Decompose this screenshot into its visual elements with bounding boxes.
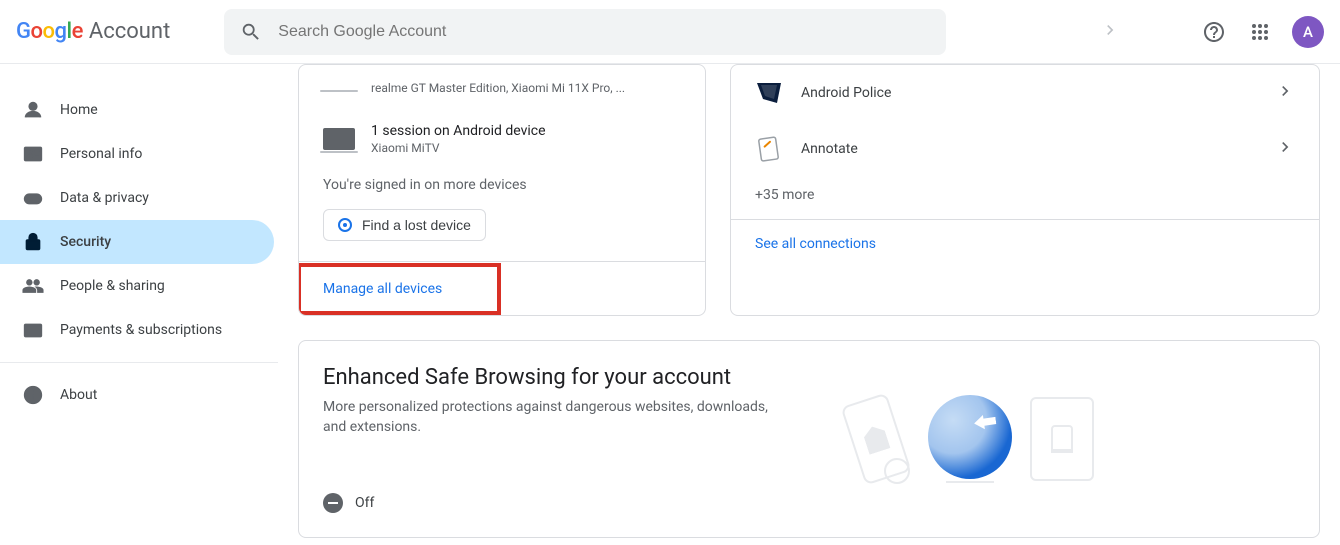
safe-browsing-title: Enhanced Safe Browsing for your account (323, 365, 783, 390)
chevron-right-icon (1275, 137, 1295, 161)
sidebar-item-security[interactable]: Security (0, 220, 274, 264)
devices-card: realme GT Master Edition, Xiaomi Mi 11X … (298, 64, 706, 316)
sidebar-nav: Home Personal info Data & privacy Securi… (0, 64, 278, 544)
find-lost-device-button[interactable]: Find a lost device (323, 209, 486, 241)
header: Google Account A (0, 0, 1340, 64)
more-sessions-text: You're signed in on more devices (299, 169, 705, 209)
chevron-right-icon[interactable] (1092, 12, 1128, 52)
safe-browsing-card[interactable]: Enhanced Safe Browsing for your account … (298, 340, 1320, 538)
tv-icon (323, 85, 355, 89)
sidebar-item-personal-info[interactable]: Personal info (0, 132, 274, 176)
sidebar-item-label: Payments & subscriptions (60, 322, 222, 338)
annotate-icon (755, 135, 783, 163)
sidebar-item-label: Security (60, 234, 111, 250)
safe-browsing-illustration (813, 365, 1133, 513)
target-icon (338, 218, 352, 232)
device-row[interactable]: 1 session on Android device Xiaomi MiTV (299, 109, 705, 169)
phone-icon (841, 393, 912, 486)
chevron-right-icon (1275, 81, 1295, 105)
connection-label: Android Police (801, 85, 1275, 101)
tablet-icon (1030, 397, 1094, 481)
tv-icon (323, 128, 355, 150)
search-icon (240, 21, 262, 43)
device-title: 1 session on Android device (371, 123, 546, 139)
account-label: Account (89, 19, 170, 44)
manage-all-devices-link[interactable]: Manage all devices (299, 265, 499, 313)
status-label: Off (355, 495, 374, 511)
device-subtitle: realme GT Master Edition, Xiaomi Mi 11X … (371, 81, 625, 95)
connection-row-annotate[interactable]: Annotate (731, 121, 1319, 177)
google-logo: Google (16, 19, 83, 44)
device-row[interactable]: realme GT Master Edition, Xiaomi Mi 11X … (299, 65, 705, 109)
google-account-logo[interactable]: Google Account (16, 19, 170, 44)
search-bar[interactable] (224, 9, 946, 55)
sidebar-item-data-privacy[interactable]: Data & privacy (0, 176, 274, 220)
globe-icon (928, 395, 1012, 479)
sidebar-item-label: Data & privacy (60, 190, 149, 206)
connection-label: Annotate (801, 141, 1275, 157)
see-all-connections-link[interactable]: See all connections (731, 219, 1319, 268)
sidebar-item-payments[interactable]: Payments & subscriptions (0, 308, 274, 352)
device-subtitle: Xiaomi MiTV (371, 141, 546, 155)
sidebar-item-home[interactable]: Home (0, 88, 274, 132)
sidebar-divider (0, 362, 278, 363)
connections-card: Android Police Annotate +35 more See all… (730, 64, 1320, 316)
find-lost-device-label: Find a lost device (362, 217, 471, 233)
avatar[interactable]: A (1292, 16, 1324, 48)
sidebar-item-label: Personal info (60, 146, 142, 162)
help-icon[interactable] (1194, 12, 1234, 52)
sidebar-item-label: About (60, 387, 97, 403)
sidebar-item-people-sharing[interactable]: People & sharing (0, 264, 274, 308)
search-input[interactable] (278, 23, 930, 41)
sidebar-item-label: Home (60, 102, 98, 118)
sidebar-item-label: People & sharing (60, 278, 165, 294)
main-content: realme GT Master Edition, Xiaomi Mi 11X … (278, 64, 1340, 544)
apps-grid-icon[interactable] (1240, 12, 1280, 52)
sidebar-item-about[interactable]: About (0, 373, 274, 417)
status-off-icon (323, 493, 343, 513)
connection-row-android-police[interactable]: Android Police (731, 65, 1319, 121)
more-connections-text: +35 more (731, 177, 1319, 219)
safe-browsing-description: More personalized protections against da… (323, 398, 783, 437)
android-police-icon (755, 79, 783, 107)
